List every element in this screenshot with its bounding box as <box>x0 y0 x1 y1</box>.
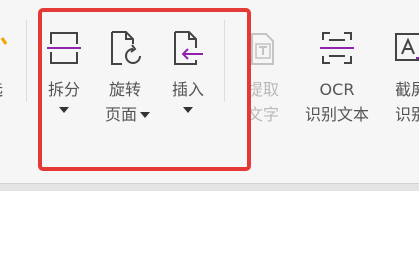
screenshot-ocr-icon <box>395 33 419 62</box>
ocr-scan-icon <box>320 32 354 64</box>
ocr-button[interactable]: OCR 识别文本 <box>300 0 374 130</box>
extract-text-icon <box>251 33 274 65</box>
partial-tool-icon <box>0 37 8 45</box>
ribbon-bottom-border <box>0 183 419 191</box>
ocr-label-line2: 识别文本 <box>304 105 369 124</box>
ocr-label-line1: OCR <box>319 80 355 99</box>
highlight-box <box>38 8 251 171</box>
separator <box>26 20 27 102</box>
screenshot-ocr-button[interactable]: 截屏 识别 <box>386 0 419 130</box>
partial-tool-left[interactable]: 选 <box>0 0 10 130</box>
screenshot-ocr-label-line1: 截屏 <box>394 80 419 99</box>
screenshot-ocr-label-line2: 识别 <box>394 105 419 124</box>
partial-tool-label: 选 <box>0 80 10 100</box>
ribbon-toolbar: 选 拆分 旋转 页面 <box>0 0 419 183</box>
document-area <box>0 191 419 276</box>
